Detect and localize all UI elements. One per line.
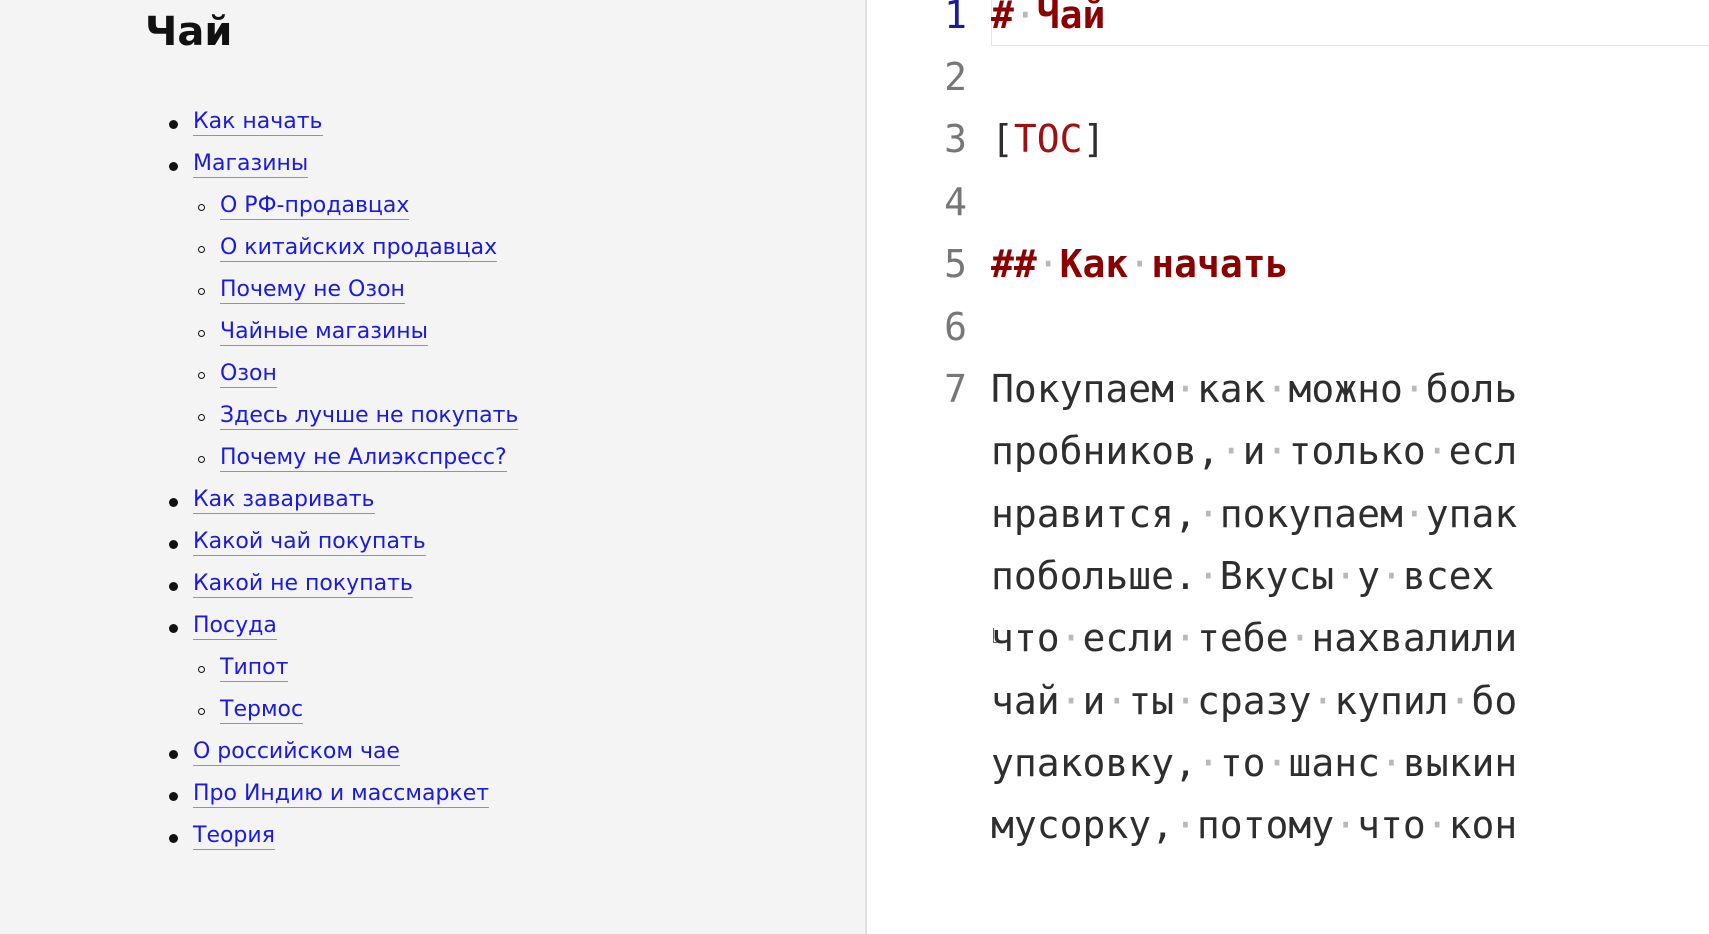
toc-item: Почему не Алиэкспресс? xyxy=(198,443,507,473)
markdown-editor-pane[interactable]: 1 2 3 4 5 6 7 #·Чай [TOC] ##·Как·начать … xyxy=(867,0,1709,934)
toc-item: Какой не покупать xyxy=(169,569,413,599)
paragraph-wrap-line: мусорку,·потому·что·кон xyxy=(991,803,1518,848)
toc-item: Как начать xyxy=(169,107,323,137)
bracket-open: [ xyxy=(991,117,1014,161)
markdown-preview-pane: Чай Как начать Магазины О РФ-продавцах О ки… xyxy=(0,0,865,934)
toc-link[interactable]: Какой не покупать xyxy=(193,571,413,598)
code-line-h2[interactable]: ##·Как·начать xyxy=(991,244,1288,284)
paragraph-wrap-line: пробников,·и·только·есл xyxy=(991,429,1518,474)
circle-bullet-icon xyxy=(198,708,205,715)
circle-bullet-icon xyxy=(198,246,205,253)
text-cursor-icon xyxy=(993,628,998,643)
bracket-close: ] xyxy=(1082,117,1106,161)
toc-item: Чайные магазины xyxy=(198,317,429,347)
circle-bullet-icon xyxy=(198,288,205,295)
circle-bullet-icon xyxy=(198,414,205,421)
toc-link[interactable]: О российском чае xyxy=(193,739,400,766)
toc-link[interactable]: Как начать xyxy=(193,109,323,136)
toc-item: О РФ-продавцах xyxy=(198,191,410,221)
toc-link[interactable]: Какой чай покупать xyxy=(193,529,426,556)
disc-bullet-icon xyxy=(169,582,178,591)
toc-link[interactable]: Типот xyxy=(220,655,289,682)
disc-bullet-icon xyxy=(169,792,178,801)
code-line-h1[interactable]: #·Чай xyxy=(991,0,1105,35)
toc-item: Магазины xyxy=(169,149,309,179)
line-number: 6 xyxy=(944,305,967,349)
paragraph-wrap-line: упаковку,·то·шанс·выкин xyxy=(991,740,1518,785)
disc-bullet-icon xyxy=(169,162,178,171)
toc-link[interactable]: Чайные магазины xyxy=(220,319,429,346)
disc-bullet-icon xyxy=(169,624,178,633)
heading-word: начать xyxy=(1151,242,1289,286)
line-number: 1 xyxy=(944,0,967,37)
code-line-toc[interactable]: [TOC] xyxy=(991,119,1105,159)
heading-marker: # xyxy=(991,0,1014,37)
heading-text: Чай xyxy=(1036,0,1106,37)
toc-item: Термос xyxy=(198,695,304,725)
page-title: Чай xyxy=(145,9,233,55)
paragraph-wrap-line: Покупаем·как·можно·боль xyxy=(991,367,1518,411)
toc-item: О китайских продавцах xyxy=(198,233,498,263)
toc-link[interactable]: О РФ-продавцах xyxy=(220,193,410,220)
line-number: 2 xyxy=(944,55,967,99)
toc-link[interactable]: Теория xyxy=(193,823,275,850)
circle-bullet-icon xyxy=(198,456,205,463)
toc-item: Какой чай покупать xyxy=(169,527,426,557)
toc-item: Теория xyxy=(169,821,275,851)
disc-bullet-icon xyxy=(169,540,178,549)
toc-item: Про Индию и массмаркет xyxy=(169,779,490,809)
circle-bullet-icon xyxy=(198,330,205,337)
paragraph-wrap-line: чай·и·ты·сразу·купил·бо xyxy=(991,678,1518,723)
paragraph-wrap-line: побольше.·Вкусы·у·всех xyxy=(991,553,1495,598)
toc-link[interactable]: Термос xyxy=(220,697,304,724)
line-number: 4 xyxy=(944,180,967,224)
toc-link[interactable]: Как заваривать xyxy=(193,487,375,514)
line-number: 5 xyxy=(944,242,967,286)
toc-item: Как заваривать xyxy=(169,485,375,515)
toc-link[interactable]: Здесь лучше не покупать xyxy=(220,403,519,430)
circle-bullet-icon xyxy=(198,372,205,379)
toc-link[interactable]: Озон xyxy=(220,361,277,388)
toc-link[interactable]: Магазины xyxy=(193,151,309,178)
toc-item: Типот xyxy=(198,653,289,683)
toc-link[interactable]: Про Индию и массмаркет xyxy=(193,781,490,808)
line-number: 7 xyxy=(944,367,967,411)
heading-marker: ## xyxy=(991,242,1037,286)
disc-bullet-icon xyxy=(169,750,178,759)
heading-word: Как xyxy=(1059,242,1129,286)
toc-item: Озон xyxy=(198,359,277,389)
circle-bullet-icon xyxy=(198,666,205,673)
paragraph-wrap-line: что·если·тебе·нахвалили xyxy=(991,616,1518,661)
toc-item: Посуда xyxy=(169,611,277,641)
toc-link[interactable]: Почему не Алиэкспресс? xyxy=(220,445,507,472)
toc-link[interactable]: Посуда xyxy=(193,613,277,640)
disc-bullet-icon xyxy=(169,834,178,843)
disc-bullet-icon xyxy=(169,120,178,129)
toc-item: Почему не Озон xyxy=(198,275,405,305)
paragraph-wrap-line: нравится,·покупаем·упак xyxy=(991,491,1518,536)
line-number: 3 xyxy=(944,117,967,161)
circle-bullet-icon xyxy=(198,204,205,211)
toc-item: О российском чае xyxy=(169,737,400,767)
toc-keyword: TOC xyxy=(1013,117,1083,161)
disc-bullet-icon xyxy=(169,498,178,507)
toc-link[interactable]: О китайских продавцах xyxy=(220,235,498,262)
toc-link[interactable]: Почему не Озон xyxy=(220,277,405,304)
toc-item: Здесь лучше не покупать xyxy=(198,401,519,431)
